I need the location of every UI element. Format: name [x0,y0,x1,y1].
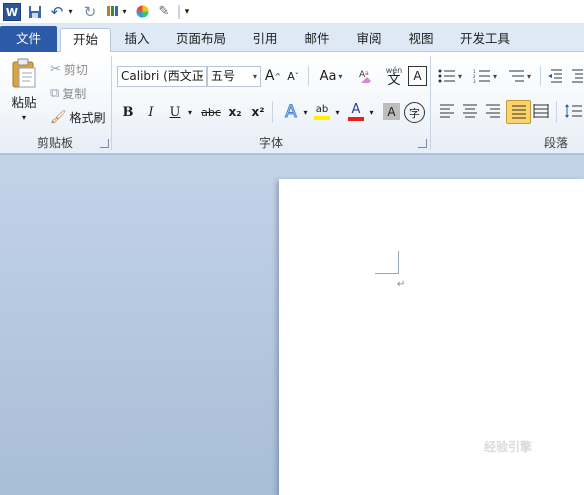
decrease-indent-button[interactable] [545,67,565,85]
copy-button[interactable]: ⧉ 复制 [50,84,86,102]
paragraph-separator [556,101,557,123]
increase-indent-button[interactable] [568,67,584,85]
scissors-icon: ✂ [50,61,61,77]
eraser-icon[interactable]: ✎ [156,3,172,20]
undo-icon[interactable]: ↶ [49,3,65,21]
highlight-button[interactable]: ab [312,101,332,123]
svg-text:3: 3 [473,79,476,83]
chevron-down-icon: ▾ [252,72,257,81]
paragraph-separator [540,66,541,86]
align-right-button[interactable] [484,102,502,120]
tab-home[interactable]: 开始 [60,28,111,54]
align-center-button[interactable] [461,102,479,120]
subscript-button[interactable]: x₂ [226,102,244,122]
text-effects-button[interactable]: A [280,101,302,123]
char-shading-button[interactable]: A [383,103,400,120]
font-color-swatch [348,117,364,121]
strikethrough-button[interactable]: abc [200,102,222,122]
grow-font-button[interactable]: A ^ [265,67,281,85]
paragraph-mark: ↵ [397,279,406,290]
font-color-dropdown-icon[interactable]: ▾ [367,103,376,121]
line-spacing-button[interactable] [564,102,584,120]
paragraph-group-label: 段落 [543,136,568,150]
tab-mailings[interactable]: 邮件 [297,28,337,52]
tab-view[interactable]: 视图 [400,28,442,52]
superscript-button[interactable]: x² [249,102,267,122]
tab-page-layout[interactable]: 页面布局 [170,28,232,52]
cut-button[interactable]: ✂ 剪切 [50,60,88,78]
font-separator [272,101,273,123]
copy-icon: ⧉ [50,85,60,101]
clipboard-group-label: 剪贴板 [36,136,73,150]
undo-dropdown-icon[interactable]: ▾ [66,3,75,20]
multilevel-list-button[interactable]: ▾ [506,67,532,85]
margin-corner-mark [375,273,399,274]
font-separator [308,66,309,86]
format-painter-qat-icon[interactable] [104,3,120,20]
chevron-down-icon: ▾ [198,72,203,81]
distributed-button[interactable] [532,102,550,120]
tab-review[interactable]: 审阅 [349,28,389,52]
svg-text:a: a [365,70,369,77]
change-case-button[interactable]: Aa ▾ [316,67,346,85]
justify-button[interactable] [506,100,531,124]
text-effects-dropdown-icon[interactable]: ▾ [301,103,310,121]
save-icon[interactable] [27,3,43,20]
format-painter-button[interactable]: 🖌 格式刷 [50,108,106,126]
shrink-font-button[interactable]: Aˇ [285,67,301,85]
clear-format-button[interactable]: Aa [355,65,379,87]
font-group-label: 字体 [258,136,283,150]
word-icon[interactable]: W [3,3,21,21]
underline-button[interactable]: U [167,102,183,122]
redo-icon[interactable]: ↻ [82,3,98,21]
tab-insert[interactable]: 插入 [116,28,158,52]
ribbon-tabs: 文件 开始 插入 页面布局 引用 邮件 审阅 视图 开发工具 [0,24,584,54]
underline-dropdown-icon[interactable]: ▾ [185,103,195,121]
numbering-button[interactable]: 123 ▾ [472,67,498,85]
margin-corner-mark [398,251,399,274]
bullets-button[interactable]: ▾ [438,67,462,85]
font-size-combo[interactable]: 五号 ▾ [207,66,261,87]
font-launcher-icon[interactable] [418,139,427,148]
painter-dropdown-icon[interactable]: ▾ [120,3,129,20]
enclose-char-button[interactable]: 字 [404,102,425,123]
brush-icon: 🖌 [50,109,67,125]
clipboard-launcher-icon[interactable] [100,139,109,148]
phonetic-guide-button[interactable]: wén 文 [382,64,406,88]
font-color-button[interactable]: A [346,101,366,123]
bold-button[interactable]: B [120,102,136,122]
customize-qat-icon[interactable]: ▾ [182,3,192,20]
italic-button[interactable]: I [143,102,159,122]
color-wheel-icon[interactable] [134,3,150,20]
paste-button[interactable]: 粘贴 [6,92,42,110]
highlight-dropdown-icon[interactable]: ▾ [333,103,342,121]
tab-developer[interactable]: 开发工具 [455,28,515,52]
paste-dropdown-icon[interactable]: ▾ [17,112,31,122]
quick-access-toolbar: W ↶ ▾ ↻ ▾ ✎ ▾ [0,0,584,24]
watermark: 经验引擎 [484,440,533,454]
tab-references[interactable]: 引用 [245,28,285,52]
document-page[interactable] [279,179,584,495]
font-name-combo[interactable]: Calibri (西文正 ▾ [117,66,207,87]
qat-separator [178,5,180,19]
char-border-button[interactable]: A [408,66,427,86]
ribbon-home: 粘贴 ▾ ✂ 剪切 ⧉ 复制 🖌 格式刷 剪贴板 Calibri (西文正 ▾ 五… [0,52,584,154]
paste-icon[interactable] [8,56,40,90]
align-left-button[interactable] [438,102,456,120]
highlight-color-swatch [314,116,330,120]
tab-file[interactable]: 文件 [0,26,57,52]
